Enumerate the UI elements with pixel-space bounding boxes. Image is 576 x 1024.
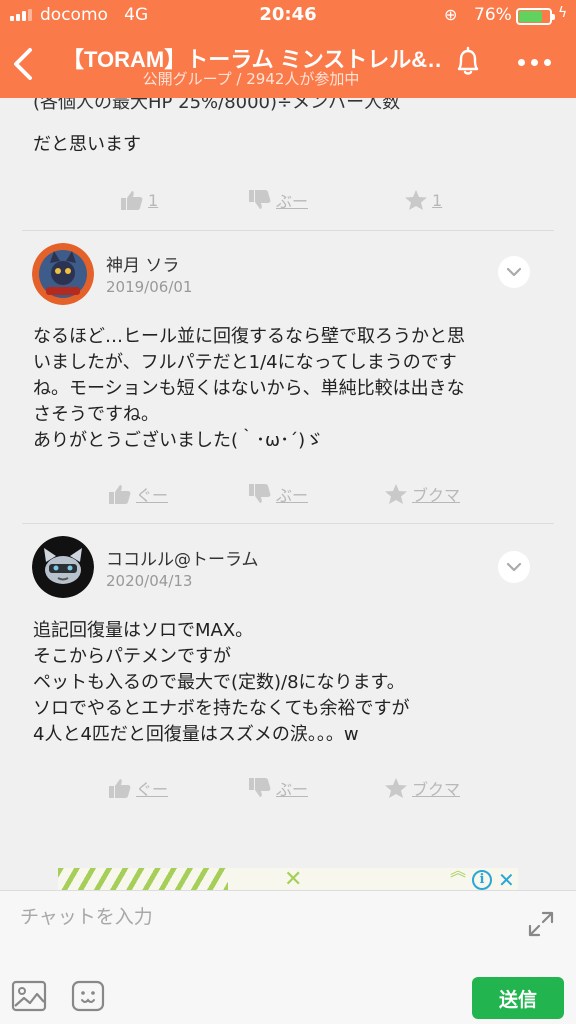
star-icon <box>405 190 427 210</box>
ad-graphic: ︽ <box>450 868 467 880</box>
sticker-icon <box>71 980 105 1012</box>
comment-actions: ぐー ぶー ブクマ <box>0 474 576 514</box>
comment-actions: ぐー ぶー ブクマ <box>0 768 576 808</box>
chat-input[interactable] <box>20 901 500 933</box>
bookmark-button[interactable]: ブクマ <box>384 474 460 514</box>
dislike-label: ぶー <box>276 780 309 799</box>
image-icon <box>11 980 47 1012</box>
bookmark-label: ブクマ <box>412 486 461 505</box>
ad-info-icon[interactable]: i <box>472 870 492 890</box>
like-button[interactable]: ぐー <box>108 768 168 808</box>
thumbs-up-icon <box>109 779 131 798</box>
comment-text-line: そこからパテメンですが <box>33 646 231 667</box>
chevron-down-icon <box>506 267 522 277</box>
battery-percent: 76% <box>474 5 512 25</box>
dislike-button[interactable]: ぶー <box>248 474 308 514</box>
thumbs-up-icon <box>121 191 143 210</box>
dislike-button[interactable]: ぶー <box>248 768 308 808</box>
comment-text-line: ソロでやるとエナボを持たなくても余裕ですが <box>33 698 410 719</box>
like-count: 1 <box>148 190 159 210</box>
divider <box>22 230 554 231</box>
thumbs-down-icon <box>249 190 271 209</box>
comment-options-button[interactable] <box>498 256 530 288</box>
comment-text-line: ありがとうございました(｀･ω･´)ゞ <box>33 430 324 451</box>
comment-date: 2020/04/13 <box>106 572 193 590</box>
comment-text-line: だと思います <box>33 134 141 155</box>
chevron-down-icon <box>506 562 522 572</box>
comment-feed[interactable]: (各個人の最大HP 25%/8000)÷メンバー人数 だと思います 1 ぶー 1… <box>0 98 576 890</box>
like-button[interactable]: 1 <box>120 180 158 220</box>
thumbs-down-icon <box>249 778 271 797</box>
dislike-label: ぶー <box>276 486 309 505</box>
like-button[interactable]: ぐー <box>108 474 168 514</box>
comment-text-line: ね。モーションも短くはないから、単純比較は出きな <box>33 378 465 399</box>
back-button[interactable] <box>8 42 40 86</box>
divider <box>22 523 554 524</box>
comment-author[interactable]: ココルル@トーラム <box>106 545 259 570</box>
comment-text-line: さそうですね。 <box>33 404 159 425</box>
group-subtitle: 公開グループ / 2942人が参加中 <box>142 70 360 88</box>
like-label: ぐー <box>136 486 169 505</box>
comment-actions: 1 ぶー 1 <box>0 180 576 220</box>
bell-icon <box>457 46 479 75</box>
star-icon <box>385 484 407 504</box>
chat-compose-bar: 送信 <box>0 890 576 1024</box>
comment-options-button[interactable] <box>498 551 530 583</box>
comment-text-line: 追記回復量はソロでMAX。 <box>33 620 254 641</box>
status-bar: docomo 4G 20:46 ⊕ 76% ϟ <box>0 0 576 32</box>
like-label: ぐー <box>136 780 169 799</box>
bookmark-button[interactable]: ブクマ <box>384 768 460 808</box>
comment-text-line: なるほど…ヒール並に回復するなら壁で取ろうかと思 <box>33 326 465 347</box>
more-menu-button[interactable] <box>510 48 558 76</box>
app-header: docomo 4G 20:46 ⊕ 76% ϟ 【TORAM】トーラム ミンスト… <box>0 0 576 98</box>
sticker-button[interactable] <box>70 979 106 1013</box>
thumbs-down-icon <box>249 484 271 503</box>
comment-text-line: ペットも入るので最大で(定数)/8になります。 <box>33 672 405 693</box>
comment-author[interactable]: 神月 ソラ <box>106 251 179 276</box>
ad-banner[interactable]: ✕ ︽ i ✕ <box>58 868 518 890</box>
dislike-label: ぶー <box>276 192 309 211</box>
comment-date: 2019/06/01 <box>106 278 193 296</box>
back-chevron-icon <box>14 48 32 80</box>
charging-icon: ϟ <box>558 5 568 21</box>
ad-graphic <box>58 868 228 890</box>
notification-button[interactable] <box>450 44 486 80</box>
clipped-comment-text: (各個人の最大HP 25%/8000)÷メンバー人数 <box>33 98 401 113</box>
ad-graphic: ✕ <box>284 868 303 890</box>
attach-image-button[interactable] <box>10 979 48 1013</box>
thumbs-up-icon <box>109 485 131 504</box>
expand-input-button[interactable] <box>526 909 556 939</box>
more-dots-icon <box>517 58 525 66</box>
comment-text-line: いましたが、フルパテだと1/4になってしまうのです <box>33 352 457 373</box>
star-icon <box>385 778 407 798</box>
rotation-lock-icon: ⊕ <box>444 5 458 24</box>
favorite-count: 1 <box>432 190 443 210</box>
comment-text-line: 4人と4匹だと回復量はスズメの涙。。。w <box>33 724 359 745</box>
avatar[interactable] <box>32 243 94 305</box>
send-button[interactable]: 送信 <box>472 977 564 1019</box>
bookmark-label: ブクマ <box>412 780 461 799</box>
avatar[interactable] <box>32 536 94 598</box>
battery-icon <box>516 8 555 25</box>
ad-close-icon[interactable]: ✕ <box>498 868 515 890</box>
expand-icon <box>528 911 554 937</box>
favorite-button[interactable]: 1 <box>404 180 442 220</box>
dislike-button[interactable]: ぶー <box>248 180 308 220</box>
